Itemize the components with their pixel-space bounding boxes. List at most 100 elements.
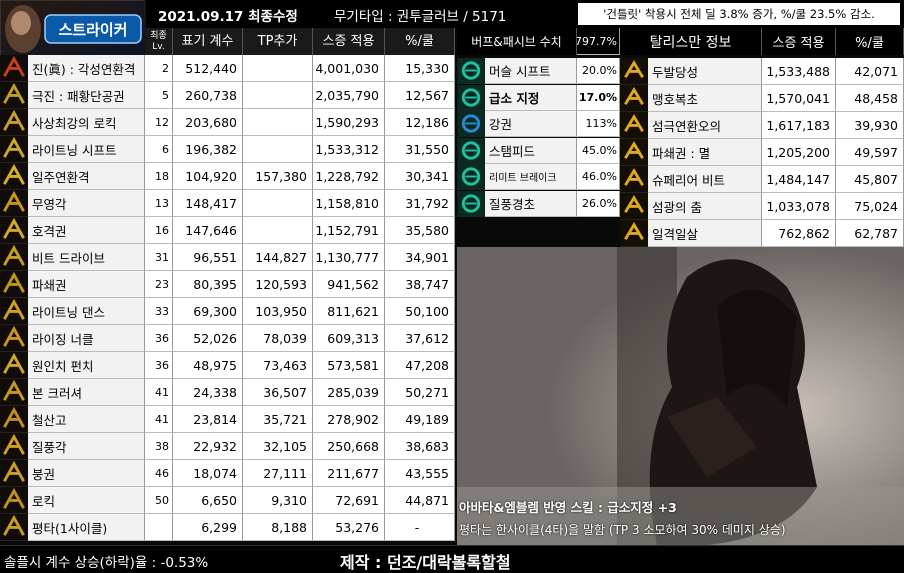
talisman-percool: 49,597 [836, 139, 904, 166]
buff-name: 강권 [485, 111, 577, 137]
skill-icon [0, 109, 28, 136]
buff-icon [457, 164, 485, 190]
skill-coef: 104,920 [173, 163, 243, 190]
talisman-percool: 39,930 [836, 112, 904, 139]
skill-level: 31 [145, 244, 173, 271]
talisman-name: 슈페리어 비트 [648, 166, 762, 193]
talisman-name: 파쇄권 : 멸 [648, 139, 762, 166]
skill-name: 로킥 [28, 487, 145, 514]
credit: 제작 : 던조/대락볼록할철 [340, 553, 511, 572]
buff-value: 17.0% [577, 84, 620, 111]
skill-icon [0, 82, 28, 109]
skill-coef: 148,417 [173, 190, 243, 217]
skill-coef: 22,932 [173, 433, 243, 460]
skill-name: 무영각 [28, 190, 145, 217]
talisman-final: 762,862 [762, 220, 836, 247]
skill-tp: 157,380 [243, 163, 313, 190]
skill-percool: 50,271 [385, 379, 455, 406]
skill-icon [0, 379, 28, 406]
talisman-final: 1,570,041 [762, 85, 836, 112]
skill-sheet: 스트라이커 2021.09.17 최종수정 무기타입 : 권투글러브 / 517… [0, 0, 904, 573]
skill-tp: 8,188 [243, 514, 313, 541]
skill-icon [0, 460, 28, 487]
skill-coef: 6,299 [173, 514, 243, 541]
skill-level: 16 [145, 217, 173, 244]
skill-percool: 12,567 [385, 82, 455, 109]
skill-final: 4,001,030 [313, 55, 385, 82]
skill-icon [0, 487, 28, 514]
skill-coef: 69,300 [173, 298, 243, 325]
skill-coef: 24,338 [173, 379, 243, 406]
gauntlet-notice: '건틀릿' 착용시 전체 딜 3.8% 증가, %/쿨 23.5% 감소. [578, 3, 900, 25]
skill-coef: 80,395 [173, 271, 243, 298]
skill-name: 철산고 [28, 406, 145, 433]
talisman-name: 섬광의 춤 [648, 193, 762, 220]
skill-percool: 31,550 [385, 136, 455, 163]
buff-name: 질풍경초 [485, 190, 577, 217]
skill-name: 극진 : 패황단공권 [28, 82, 145, 109]
skill-name: 비트 드라이브 [28, 244, 145, 271]
skill-level: 41 [145, 406, 173, 433]
skill-icon [0, 217, 28, 244]
skills-col-final: 스증 적용 [313, 28, 385, 55]
skill-level: 18 [145, 163, 173, 190]
talisman-percool: 42,071 [836, 58, 904, 85]
skill-icon [0, 433, 28, 460]
skill-name: 라이트닝 시프트 [28, 136, 145, 163]
skill-tp: 36,507 [243, 379, 313, 406]
skill-final: 1,158,810 [313, 190, 385, 217]
talisman-icon [620, 139, 648, 166]
skill-tp [243, 109, 313, 136]
skill-tp: 78,039 [243, 325, 313, 352]
skill-tp [243, 217, 313, 244]
skill-level: 33 [145, 298, 173, 325]
skill-tp [243, 136, 313, 163]
skill-name: 질풍각 [28, 433, 145, 460]
skill-level: 38 [145, 433, 173, 460]
skill-percool: 35,580 [385, 217, 455, 244]
skill-tp: 144,827 [243, 244, 313, 271]
skill-percool: 50,100 [385, 298, 455, 325]
skill-final: 250,668 [313, 433, 385, 460]
buff-name: 리미트 브레이크 [485, 164, 577, 190]
buff-icon [457, 111, 485, 137]
skill-icon [0, 298, 28, 325]
talisman-col-name: 탈리스만 정보 [620, 28, 762, 55]
skill-coef: 147,646 [173, 217, 243, 244]
skills-col-lv: 최종 Lv. [145, 28, 173, 55]
buff-title: 버프&패시브 수치 [457, 28, 577, 55]
skill-percool: 38,683 [385, 433, 455, 460]
skill-level: 46 [145, 460, 173, 487]
buff-total: 797.7% [577, 28, 620, 55]
skill-percool: 37,612 [385, 325, 455, 352]
skill-icon [0, 325, 28, 352]
skill-level: 36 [145, 352, 173, 379]
skill-tp: 103,950 [243, 298, 313, 325]
skill-percool: 30,341 [385, 163, 455, 190]
skill-name: 라이트닝 댄스 [28, 298, 145, 325]
buff-icon [457, 58, 485, 84]
skill-coef: 203,680 [173, 109, 243, 136]
talisman-percool: 62,787 [836, 220, 904, 247]
buff-value: 113% [577, 111, 620, 137]
banner-title: 스트라이커 [58, 20, 128, 39]
skill-name: 라이징 너클 [28, 325, 145, 352]
skill-percool: 31,792 [385, 190, 455, 217]
talisman-icon [620, 220, 648, 247]
skill-coef: 48,975 [173, 352, 243, 379]
skill-percool: 34,901 [385, 244, 455, 271]
skill-coef: 23,814 [173, 406, 243, 433]
skill-icon [0, 163, 28, 190]
skill-icon [0, 136, 28, 163]
skill-percool: 38,747 [385, 271, 455, 298]
skill-final: 72,691 [313, 487, 385, 514]
skill-final: 1,533,312 [313, 136, 385, 163]
skill-tp: 32,105 [243, 433, 313, 460]
skill-name: 평타(1사이클) [28, 514, 145, 541]
talisman-name: 두발당성 [648, 58, 762, 85]
talisman-final: 1,533,488 [762, 58, 836, 85]
skill-name: 사상최강의 로킥 [28, 109, 145, 136]
skill-percool: - [385, 514, 455, 541]
skill-icon [0, 352, 28, 379]
talisman-col-percool: %/쿨 [836, 28, 904, 55]
